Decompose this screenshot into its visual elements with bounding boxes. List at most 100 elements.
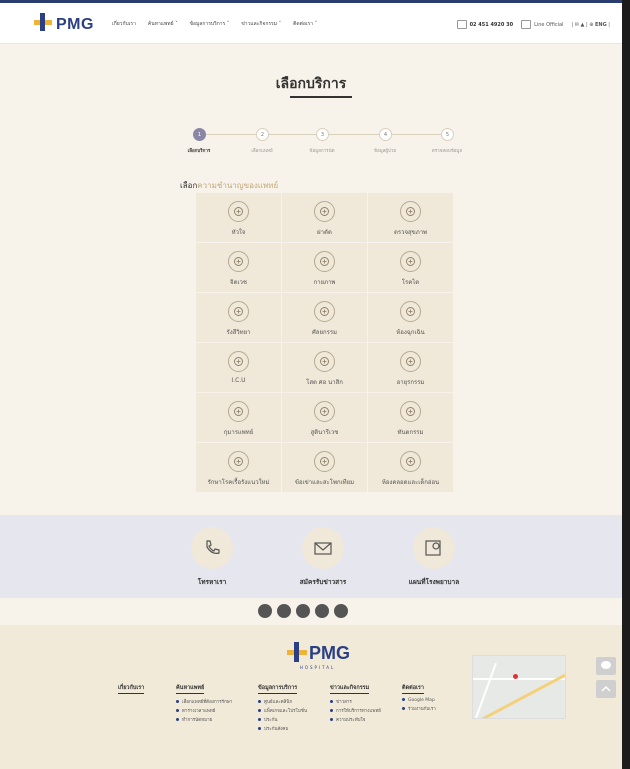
service-ambulance[interactable]: ห้องฉุกเฉิน [368,293,453,342]
line-small-icon [521,20,532,29]
twitter-icon[interactable] [277,604,291,618]
service-medicine[interactable]: อายุรกรรม [368,343,453,392]
service-label: โสต ศอ นาสิก [306,379,343,386]
step-2-dot[interactable]: 2 [256,128,269,141]
service-label: I.C.U [231,377,246,384]
service-surgery[interactable]: ศัลยกรรม [282,293,367,342]
service-label: รักษาโรคเรื้อรังแนวใหม่ [207,479,270,486]
joint-icon [314,451,335,472]
header-icons[interactable]: | ✉ ▲ | ⊕ ENG | [571,22,610,28]
page: PMG เกี่ยวกับเรา ค้นหาแพทย์ ˅ ข้อมูลการบ… [0,0,630,769]
step-5-label: ตรวจสอบข้อมูล [431,149,463,154]
tooth-icon [400,401,421,422]
heart-icon [228,201,249,222]
contact-call[interactable]: โทรหาเรา [162,527,262,587]
service-label: ผ่าตัด [317,229,332,236]
cross-logo-icon [285,640,309,664]
medicine-icon [400,351,421,372]
service-foot[interactable]: กายภาพ [282,243,367,292]
main-nav: เกี่ยวกับเรา ค้นหาแพทย์ ˅ ข้อมูลการบริกา… [112,20,317,28]
instagram-icon[interactable] [315,604,329,618]
step-3-label: ข้อมูลการนัด [309,149,335,154]
service-joint[interactable]: ข้อเข่าและสะโพกเทียม [282,443,367,492]
service-label: โรคไต [401,279,420,286]
mail-icon [302,527,344,569]
contact-map[interactable]: แผนที่โรงพยาบาล [384,527,484,587]
service-label: จิตเวช [230,279,247,286]
service-label: ข้อเข่าและสะโพกเทียม [294,479,355,486]
section-heading: เลือกความชำนาญของแพทย์ [180,181,279,190]
service-label: อายุรกรรม [396,379,425,386]
footer-col-contact: ติดต่อเรา Google Map ร่วมงานกับเรา [402,685,436,712]
step-4-dot[interactable]: 4 [379,128,392,141]
foot-icon [314,251,335,272]
pregnancy-icon [314,401,335,422]
service-icu[interactable]: I.C.U [196,343,281,392]
service-label: รังสีวิทยา [226,329,251,336]
footer-map[interactable] [472,655,566,719]
service-chronic[interactable]: รักษาโรคเรื้อรังแนวใหม่ [196,443,281,492]
service-label: กุมารแพทย์ [223,429,254,436]
nav-find-doctor[interactable]: ค้นหาแพทย์ ˅ [148,20,178,28]
service-label: หัวใจ [231,229,246,236]
chevron-up-icon [601,685,611,692]
service-pregnancy[interactable]: สูตินารีเวช [282,393,367,442]
ambulance-icon [400,301,421,322]
step-1-label: เลือกบริการ [187,149,211,154]
step-1-dot[interactable]: 1 [193,128,206,141]
viewport-edge [622,0,630,769]
step-2-label: เลือกแพทย์ [251,149,273,154]
service-tooth[interactable]: ทันตกรรม [368,393,453,442]
youtube-icon[interactable] [296,604,310,618]
page-title: เลือกบริการ [275,76,347,92]
service-ent[interactable]: โสต ศอ นาสิก [282,343,367,392]
service-label: ทันตกรรม [397,429,424,436]
scalpel-icon [314,201,335,222]
service-grid: หัวใจ ผ่าตัด ตรวจสุขภาพจิตเวช กายภาพ โรคไตรั… [196,193,454,492]
nav-services[interactable]: ข้อมูลการบริการ ˅ [190,20,230,28]
nav-news[interactable]: ข่าวและกิจกรรม ˅ [241,20,281,28]
nav-about[interactable]: เกี่ยวกับเรา [112,20,136,28]
chat-icon [601,661,611,669]
header-line[interactable]: Line Official [521,20,563,29]
language-toggle[interactable]: ENG [595,22,607,28]
service-label: ตรวจสุขภาพ [393,229,428,236]
footer-col-doctor: ค้นหาแพทย์ เลือกแพทย์ที่ต้องการรักษา ตาร… [176,685,233,723]
service-scalpel[interactable]: ผ่าตัด [282,193,367,242]
contact-newsletter[interactable]: สมัครรับข่าวสาร [273,527,373,587]
logo-text: PMG [56,16,94,33]
service-label: ศัลยกรรม [311,329,338,336]
site-logo[interactable]: PMG [32,11,94,33]
service-heart[interactable]: หัวใจ [196,193,281,242]
chat-button[interactable] [596,657,616,675]
map-pin-icon [513,674,518,679]
phone-small-icon [456,20,467,29]
delivery-icon [400,451,421,472]
xray-icon [228,301,249,322]
booking-stepper: 1 2 3 4 5 เลือกบริการ เลือกแพทย์ ข้อมูลก… [186,126,462,160]
logo-subtitle: HOSPITAL [299,665,336,670]
line-icon[interactable] [334,604,348,618]
scroll-top-button[interactable] [596,680,616,698]
footer-logo[interactable]: PMG HOSPITAL [285,640,350,670]
step-5-dot[interactable]: 5 [441,128,454,141]
service-delivery[interactable]: ห้องคลอดและเด็กอ่อน [368,443,453,492]
footer-about: เกี่ยวกับเรา [118,684,145,698]
service-kidney[interactable]: โรคไต [368,243,453,292]
step-4-label: ข้อมูลผู้ป่วย [373,149,397,154]
service-xray[interactable]: รังสีวิทยา [196,293,281,342]
service-brain[interactable]: จิตเวช [196,243,281,292]
step-3-dot[interactable]: 3 [316,128,329,141]
footer-col-services: ข้อมูลการบริการ ศูนย์และคลินิก แพ็คเกจแล… [258,685,308,732]
stethoscope-icon [400,201,421,222]
header-phone[interactable]: 02 451 4920 30 [456,20,513,29]
service-stethoscope[interactable]: ตรวจสุขภาพ [368,193,453,242]
icu-icon [228,351,249,372]
nav-contact[interactable]: ติดต่อเรา ˅ [293,20,317,28]
site-header: PMG เกี่ยวกับเรา ค้นหาแพทย์ ˅ ข้อมูลการบ… [0,3,622,44]
facebook-icon[interactable] [258,604,272,618]
baby-icon [228,401,249,422]
service-baby[interactable]: กุมารแพทย์ [196,393,281,442]
surgery-icon [314,301,335,322]
service-label: ห้องฉุกเฉิน [396,329,425,336]
